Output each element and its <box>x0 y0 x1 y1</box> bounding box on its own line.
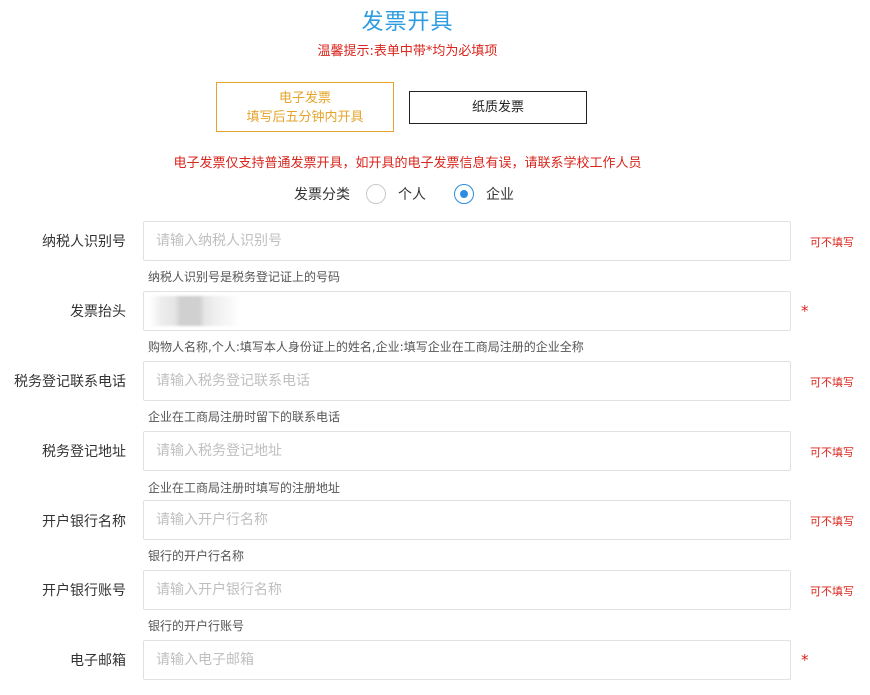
tax-phone-label: 税务登记联系电话 <box>14 374 126 390</box>
electronic-invoice-notice: 电子发票仅支持普通发票开具，如开具的电子发票信息有误，请联系学校工作人员 <box>173 156 642 171</box>
invoice-category-group: 发票分类 个人 企业 <box>294 182 514 206</box>
tax-address-hint: 企业在工商局注册时填写的注册地址 <box>148 481 341 495</box>
electronic-invoice-sublabel: 填写后五分钟内开具 <box>246 110 364 125</box>
category-option-enterprise[interactable]: 企业 <box>454 184 514 204</box>
bank-name-hint: 银行的开户行名称 <box>148 549 245 563</box>
category-option-enterprise-label: 企业 <box>486 187 514 203</box>
radio-checked-icon[interactable] <box>454 184 474 204</box>
invoice-category-label: 发票分类 <box>294 187 350 203</box>
tax-address-label: 税务登记地址 <box>42 444 126 460</box>
category-option-personal[interactable]: 个人 <box>366 184 426 204</box>
category-option-personal-label: 个人 <box>398 187 426 203</box>
electronic-invoice-button[interactable]: 电子发票 填写后五分钟内开具 <box>216 82 394 132</box>
paper-invoice-button[interactable]: 纸质发票 <box>409 91 587 124</box>
invoice-header-required-mark: * <box>801 302 809 320</box>
bank-name-input[interactable] <box>143 500 791 540</box>
invoice-header-hint: 购物人名称,个人:填写本人身份证上的姓名,企业:填写企业在工商局注册的企业全称 <box>148 340 584 354</box>
invoice-header-input[interactable] <box>143 291 791 331</box>
email-input[interactable] <box>143 640 791 680</box>
invoice-header-label: 发票抬头 <box>70 304 126 320</box>
tax-phone-input[interactable] <box>143 361 791 401</box>
bank-name-optional-note: 可不填写 <box>810 515 854 528</box>
tax-address-input[interactable] <box>143 431 791 471</box>
taxpayer-id-label: 纳税人识别号 <box>42 234 126 250</box>
electronic-invoice-label: 电子发票 <box>278 91 331 106</box>
taxpayer-id-optional-note: 可不填写 <box>810 236 854 249</box>
bank-account-optional-note: 可不填写 <box>810 585 854 598</box>
taxpayer-id-hint: 纳税人识别号是税务登记证上的号码 <box>148 270 341 284</box>
radio-unchecked-icon[interactable] <box>366 184 386 204</box>
page-title: 发票开具 <box>361 10 454 35</box>
required-fields-tip: 温馨提示:表单中带*均为必填项 <box>317 44 498 59</box>
bank-name-label: 开户银行名称 <box>42 514 126 530</box>
bank-account-hint: 银行的开户行账号 <box>148 619 245 633</box>
email-required-mark: * <box>801 651 809 669</box>
tax-phone-hint: 企业在工商局注册时留下的联系电话 <box>148 410 341 424</box>
tax-address-optional-note: 可不填写 <box>810 446 854 459</box>
bank-account-input[interactable] <box>143 570 791 610</box>
bank-account-label: 开户银行账号 <box>42 583 126 599</box>
tax-phone-optional-note: 可不填写 <box>810 376 854 389</box>
email-label: 电子邮箱 <box>70 653 126 669</box>
taxpayer-id-input[interactable] <box>143 221 791 261</box>
